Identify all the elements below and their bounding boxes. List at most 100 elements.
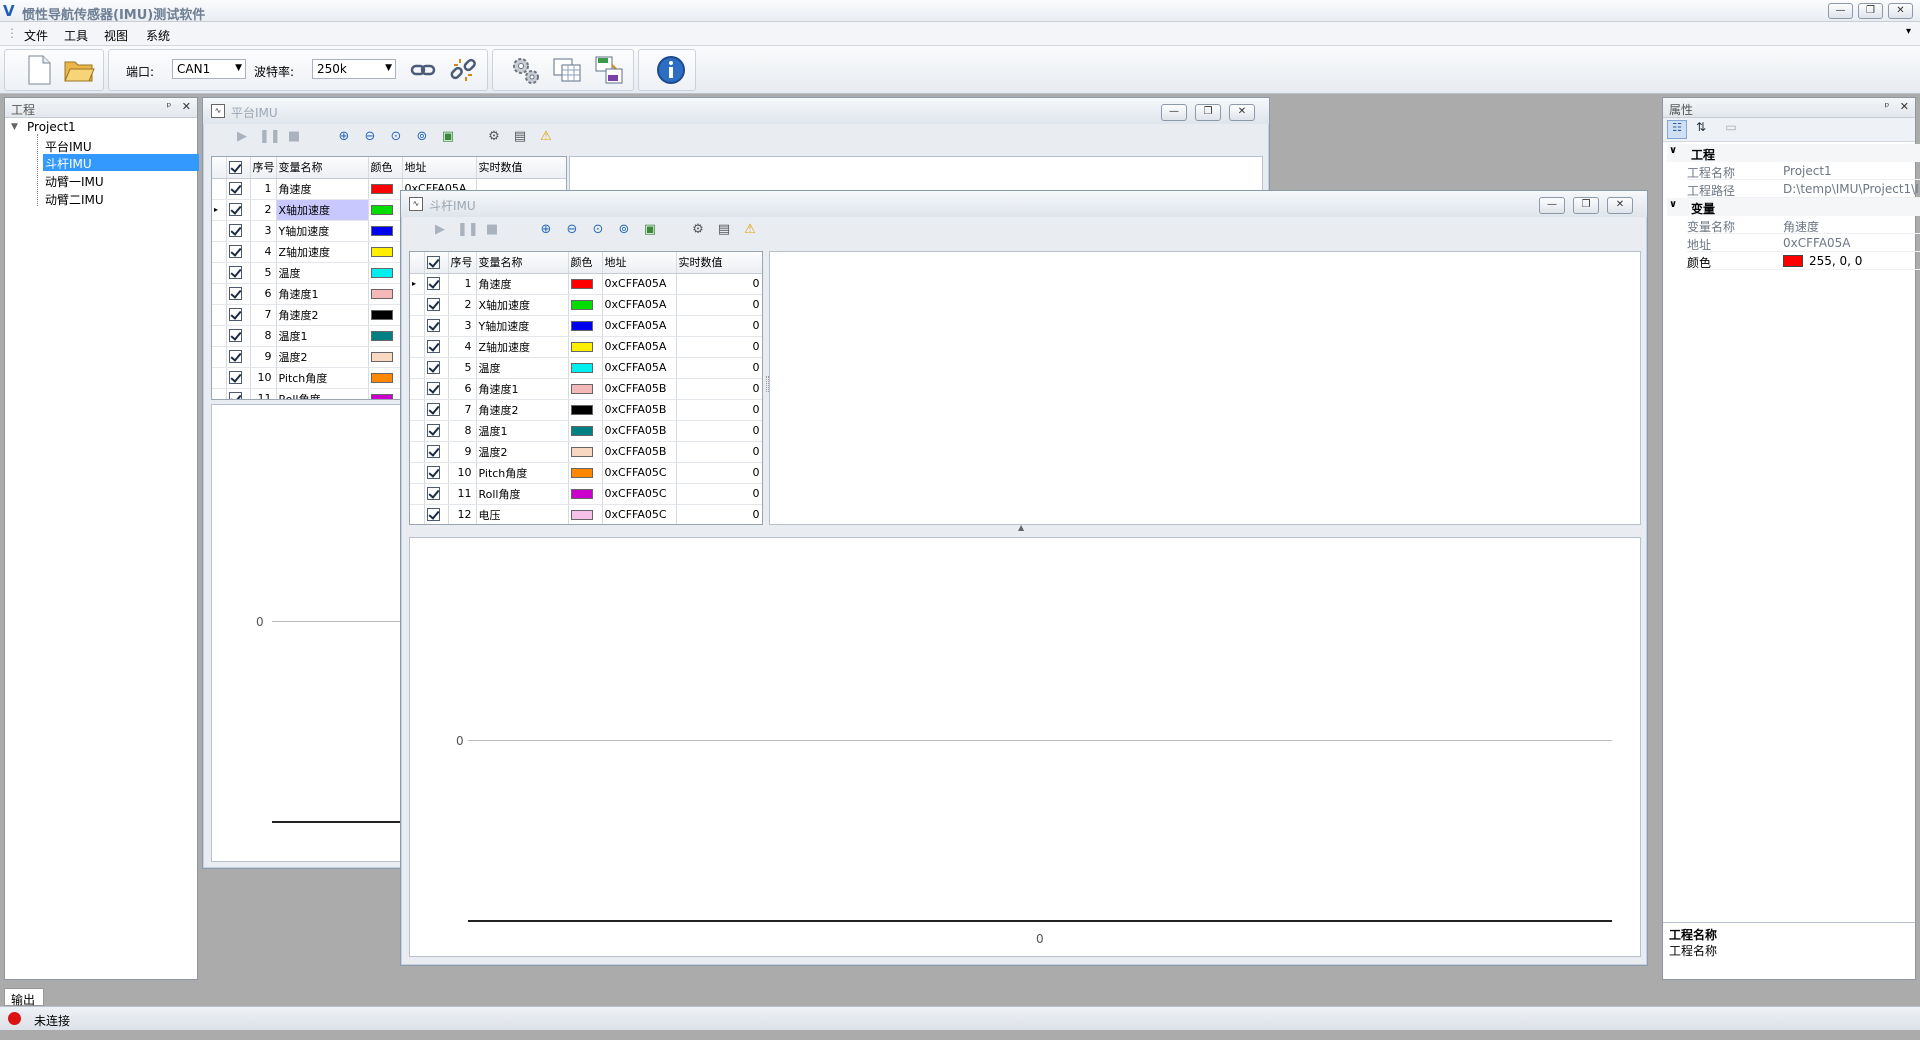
variable-name[interactable]: X轴加速度 — [476, 294, 569, 316]
variable-name[interactable]: 温度1 — [276, 325, 369, 347]
tree-item-stick-imu[interactable]: 斗杆IMU — [45, 155, 92, 172]
gear-icon[interactable]: ⚙ — [689, 221, 707, 239]
color-cell[interactable] — [568, 378, 603, 400]
row-header-cell[interactable] — [410, 441, 425, 463]
variable-name[interactable]: Z轴加速度 — [476, 336, 569, 358]
variable-name[interactable]: Y轴加速度 — [276, 220, 369, 242]
table-row[interactable]: 9 温度2 0xCFFA05B 0 — [410, 441, 762, 463]
variable-name[interactable]: 角速度 — [476, 273, 569, 295]
row-header-cell[interactable] — [212, 388, 227, 399]
row-header-cell[interactable] — [212, 241, 227, 263]
row-header-cell[interactable] — [410, 378, 425, 400]
tree-item-boom1-imu[interactable]: 动臂一IMU — [45, 173, 104, 190]
table-row[interactable]: 7 角速度2 0xCFFA05B 0 — [410, 399, 762, 421]
color-cell[interactable] — [568, 294, 603, 316]
snapshot-icon[interactable]: ▣ — [439, 128, 457, 146]
settings-gear-icon[interactable] — [508, 53, 542, 87]
prop-row-color[interactable]: 颜色 255, 0, 0 — [1687, 252, 1920, 270]
platform-close-button[interactable]: ✕ — [1229, 104, 1255, 121]
row-checkbox[interactable] — [226, 304, 251, 326]
zoom-fit-icon[interactable]: ⊙ — [589, 221, 607, 239]
variable-name[interactable]: 电压 — [476, 504, 569, 524]
row-header-cell[interactable] — [212, 367, 227, 389]
zoom-box-icon[interactable]: ⊚ — [615, 221, 633, 239]
disconnect-link-icon[interactable] — [446, 53, 480, 87]
row-checkbox[interactable] — [424, 441, 449, 463]
row-checkbox[interactable] — [226, 388, 251, 399]
row-header-cell[interactable] — [410, 420, 425, 442]
row-checkbox[interactable] — [226, 241, 251, 263]
clipboard-icon[interactable]: ▤ — [511, 128, 529, 146]
row-checkbox[interactable] — [424, 399, 449, 421]
port-select[interactable]: CAN1 ▼ — [172, 59, 246, 79]
color-cell[interactable] — [568, 441, 603, 463]
collapse-arrow-icon[interactable]: ▲ — [1018, 523, 1024, 532]
row-checkbox[interactable] — [424, 462, 449, 484]
color-cell[interactable] — [368, 388, 403, 399]
color-cell[interactable] — [568, 483, 603, 505]
color-cell[interactable] — [568, 462, 603, 484]
color-cell[interactable] — [368, 283, 403, 305]
variable-name[interactable]: 角速度 — [276, 178, 369, 200]
table-row[interactable]: 10 Pitch角度 0xCFFA05C 0 — [410, 462, 762, 484]
stick-window-titlebar[interactable]: ∿ 斗杆IMU — ❐ ✕ — [401, 191, 1647, 217]
prop-row-address[interactable]: 地址 0xCFFA05A — [1687, 234, 1920, 252]
zoom-fit-icon[interactable]: ⊙ — [387, 128, 405, 146]
row-checkbox[interactable] — [424, 357, 449, 379]
color-cell[interactable] — [368, 178, 403, 200]
variable-name[interactable]: 温度 — [476, 357, 569, 379]
color-cell[interactable] — [568, 420, 603, 442]
variable-name[interactable]: Roll角度 — [476, 483, 569, 505]
row-header-cell[interactable] — [212, 325, 227, 347]
stop-icon[interactable]: ■ — [483, 221, 501, 239]
panel-pin-close-icons[interactable]: ᵖ ✕ — [167, 100, 191, 113]
info-icon[interactable] — [654, 53, 688, 87]
color-cell[interactable] — [568, 315, 603, 337]
zoom-in-icon[interactable]: ⊕ — [537, 221, 555, 239]
table-row[interactable]: 8 温度1 0xCFFA05B 0 — [410, 420, 762, 442]
row-header-cell[interactable] — [410, 357, 425, 379]
row-header-cell[interactable] — [410, 483, 425, 505]
minimize-button[interactable]: — — [1828, 3, 1853, 19]
table-row[interactable]: 3 Y轴加速度 0xCFFA05A 0 — [410, 315, 762, 337]
warning-icon[interactable]: ⚠ — [537, 128, 555, 146]
row-checkbox[interactable] — [424, 504, 449, 524]
select-all-checkbox[interactable] — [226, 157, 251, 179]
variable-name[interactable]: Roll角度 — [276, 388, 369, 399]
platform-restore-button[interactable]: ❐ — [1195, 104, 1221, 121]
row-checkbox[interactable] — [424, 378, 449, 400]
row-header-cell[interactable] — [212, 262, 227, 284]
restore-button[interactable]: ❐ — [1858, 3, 1883, 19]
platform-minimize-button[interactable]: — — [1161, 104, 1187, 121]
table-row[interactable]: 6 角速度1 0xCFFA05B 0 — [410, 378, 762, 400]
color-cell[interactable] — [368, 346, 403, 368]
variable-name[interactable]: Pitch角度 — [276, 367, 369, 389]
variable-name[interactable]: 温度1 — [476, 420, 569, 442]
stick-restore-button[interactable]: ❐ — [1573, 197, 1599, 214]
row-checkbox[interactable] — [226, 367, 251, 389]
output-tab[interactable]: 输出 — [4, 988, 44, 1007]
zoom-box-icon[interactable]: ⊚ — [413, 128, 431, 146]
variable-name[interactable]: 温度 — [276, 262, 369, 284]
row-header-cell[interactable] — [410, 399, 425, 421]
stop-icon[interactable]: ■ — [285, 128, 303, 146]
color-cell[interactable] — [568, 504, 603, 524]
color-cell[interactable] — [368, 199, 403, 221]
table-row[interactable]: 4 Z轴加速度 0xCFFA05A 0 — [410, 336, 762, 358]
property-pages-icon[interactable]: ▭ — [1721, 120, 1741, 139]
variable-name[interactable]: 角速度2 — [276, 304, 369, 326]
row-checkbox[interactable] — [424, 273, 449, 295]
zoom-out-icon[interactable]: ⊖ — [361, 128, 379, 146]
variable-name[interactable]: 角速度1 — [476, 378, 569, 400]
pause-icon[interactable]: ❚❚ — [259, 128, 281, 146]
variable-name[interactable]: 角速度1 — [276, 283, 369, 305]
color-cell[interactable] — [368, 367, 403, 389]
row-checkbox[interactable] — [424, 336, 449, 358]
tree-expand-icon[interactable]: ▼ — [11, 122, 18, 132]
new-file-icon[interactable] — [22, 53, 56, 87]
zoom-out-icon[interactable]: ⊖ — [563, 221, 581, 239]
menu-system[interactable]: 系统 — [146, 27, 170, 44]
panel-pin-close-icons[interactable]: ᵖ ✕ — [1885, 100, 1909, 113]
play-icon[interactable]: ▶ — [233, 128, 251, 146]
prop-category-project[interactable]: ∨ 工程 — [1667, 144, 1920, 162]
